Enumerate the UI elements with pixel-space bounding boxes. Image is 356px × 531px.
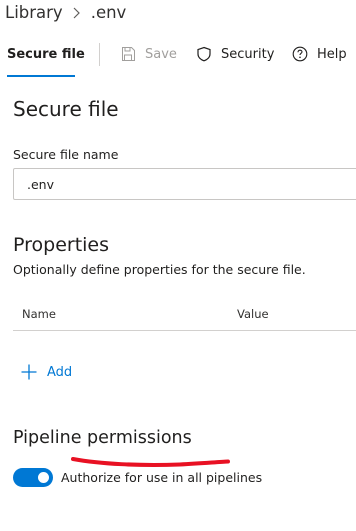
table-header-divider <box>13 330 356 331</box>
breadcrumb-library-link[interactable]: Library <box>5 3 63 22</box>
save-button[interactable]: Save <box>120 43 177 65</box>
security-label: Security <box>221 46 275 62</box>
secure-file-name-input[interactable] <box>13 168 356 200</box>
add-label: Add <box>47 364 73 380</box>
secure-file-heading: Secure file <box>13 97 119 121</box>
help-icon <box>292 46 308 62</box>
secure-file-name-label: Secure file name <box>13 147 119 162</box>
breadcrumb: Library .env <box>5 3 126 22</box>
secure-file-page: Library .env Secure file Save Security H… <box>0 0 356 531</box>
chevron-right-icon <box>71 6 82 20</box>
authorize-all-pipelines-label: Authorize for use in all pipelines <box>61 470 263 485</box>
save-label: Save <box>145 46 177 62</box>
authorize-all-pipelines-toggle[interactable] <box>13 468 53 487</box>
help-button[interactable]: Help <box>292 43 347 65</box>
shield-icon <box>197 46 211 62</box>
tab-secure-file[interactable]: Secure file <box>7 47 85 62</box>
properties-heading: Properties <box>13 234 110 256</box>
column-header-value: Value <box>237 307 269 321</box>
toolbar-divider <box>99 43 100 66</box>
properties-description: Optionally define properties for the sec… <box>13 262 306 277</box>
save-icon <box>122 47 135 61</box>
toggle-knob <box>38 472 49 483</box>
help-label: Help <box>317 46 347 62</box>
plus-icon <box>21 364 37 380</box>
column-header-name: Name <box>22 307 56 321</box>
add-property-button[interactable]: Add <box>20 361 72 383</box>
security-button[interactable]: Security <box>196 43 274 65</box>
active-tab-indicator <box>7 75 75 77</box>
pipeline-permissions-heading: Pipeline permissions <box>13 428 192 448</box>
breadcrumb-current: .env <box>90 3 127 22</box>
toolbar: Secure file Save Security Help <box>0 38 356 78</box>
red-annotation-underline <box>71 457 230 467</box>
